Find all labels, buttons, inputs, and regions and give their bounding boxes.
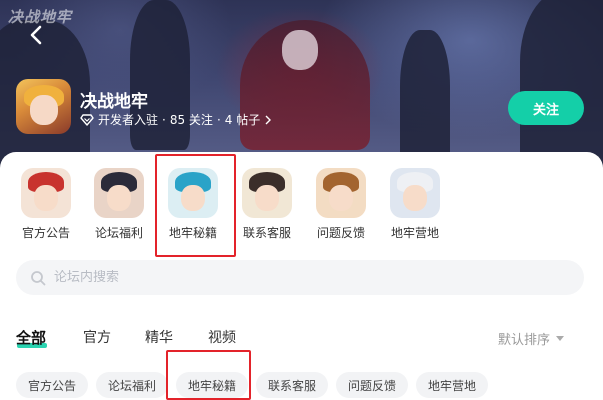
chevron-right-icon: [265, 115, 272, 124]
back-button[interactable]: [26, 24, 48, 46]
quick-link-dungeon-camp[interactable]: 地牢营地: [383, 168, 447, 241]
followers-count: 85 关注: [169, 113, 213, 127]
character-avatar-icon: [21, 168, 71, 218]
app-title: 决战地牢: [80, 92, 148, 112]
chip-contact-support[interactable]: 联系客服: [256, 372, 328, 398]
chip-dungeon-guide[interactable]: 地牢秘籍: [176, 372, 248, 398]
posts-count: 4 帖子: [224, 113, 261, 127]
quick-link-label: 地牢秘籍: [168, 226, 217, 240]
sort-dropdown[interactable]: 默认排序: [498, 329, 565, 348]
tab-all[interactable]: 全部: [16, 327, 46, 348]
character-avatar-icon: [390, 168, 440, 218]
quick-link-label: 联系客服: [242, 226, 291, 240]
caret-down-icon: [556, 335, 565, 341]
quick-link-label: 地牢营地: [390, 226, 439, 240]
chip-dungeon-camp[interactable]: 地牢营地: [416, 372, 488, 398]
character-avatar-icon: [242, 168, 292, 218]
sort-label: 默认排序: [498, 333, 551, 348]
quick-link-contact-support[interactable]: 联系客服: [235, 168, 299, 241]
quick-link-dungeon-guide[interactable]: 地牢秘籍: [161, 168, 225, 241]
forum-search-bar[interactable]: [16, 260, 584, 295]
chip-official-notice[interactable]: 官方公告: [16, 372, 88, 398]
search-icon: [31, 270, 46, 285]
chip-forum-welfare[interactable]: 论坛福利: [96, 372, 168, 398]
search-input[interactable]: [54, 270, 554, 285]
quick-link-label: 问题反馈: [316, 226, 365, 240]
hero-banner: [0, 0, 603, 170]
quick-link-forum-welfare[interactable]: 论坛福利: [87, 168, 151, 241]
tab-official[interactable]: 官方: [83, 327, 111, 347]
meta-separator: ·: [216, 112, 221, 127]
follow-button[interactable]: 关注: [508, 91, 584, 125]
quick-link-feedback[interactable]: 问题反馈: [309, 168, 373, 241]
tab-video[interactable]: 视频: [208, 327, 236, 347]
character-avatar-icon: [316, 168, 366, 218]
quick-link-label: 论坛福利: [94, 226, 143, 240]
diamond-badge-icon: [80, 113, 94, 126]
app-meta[interactable]: 开发者入驻 · 85 关注 · 4 帖子: [80, 111, 272, 128]
chip-feedback[interactable]: 问题反馈: [336, 372, 408, 398]
character-art-head: [282, 30, 318, 70]
meta-separator: ·: [162, 112, 166, 127]
character-avatar-icon: [94, 168, 144, 218]
character-avatar-icon: [168, 168, 218, 218]
app-icon[interactable]: [16, 79, 71, 134]
chevron-left-icon: [30, 25, 42, 45]
quick-link-official-notice[interactable]: 官方公告: [14, 168, 78, 241]
tree-silhouette: [520, 0, 603, 170]
quick-link-label: 官方公告: [21, 226, 70, 240]
tab-featured[interactable]: 精华: [145, 327, 173, 347]
developer-label: 开发者入驻: [98, 113, 159, 127]
tree-silhouette: [400, 30, 450, 170]
